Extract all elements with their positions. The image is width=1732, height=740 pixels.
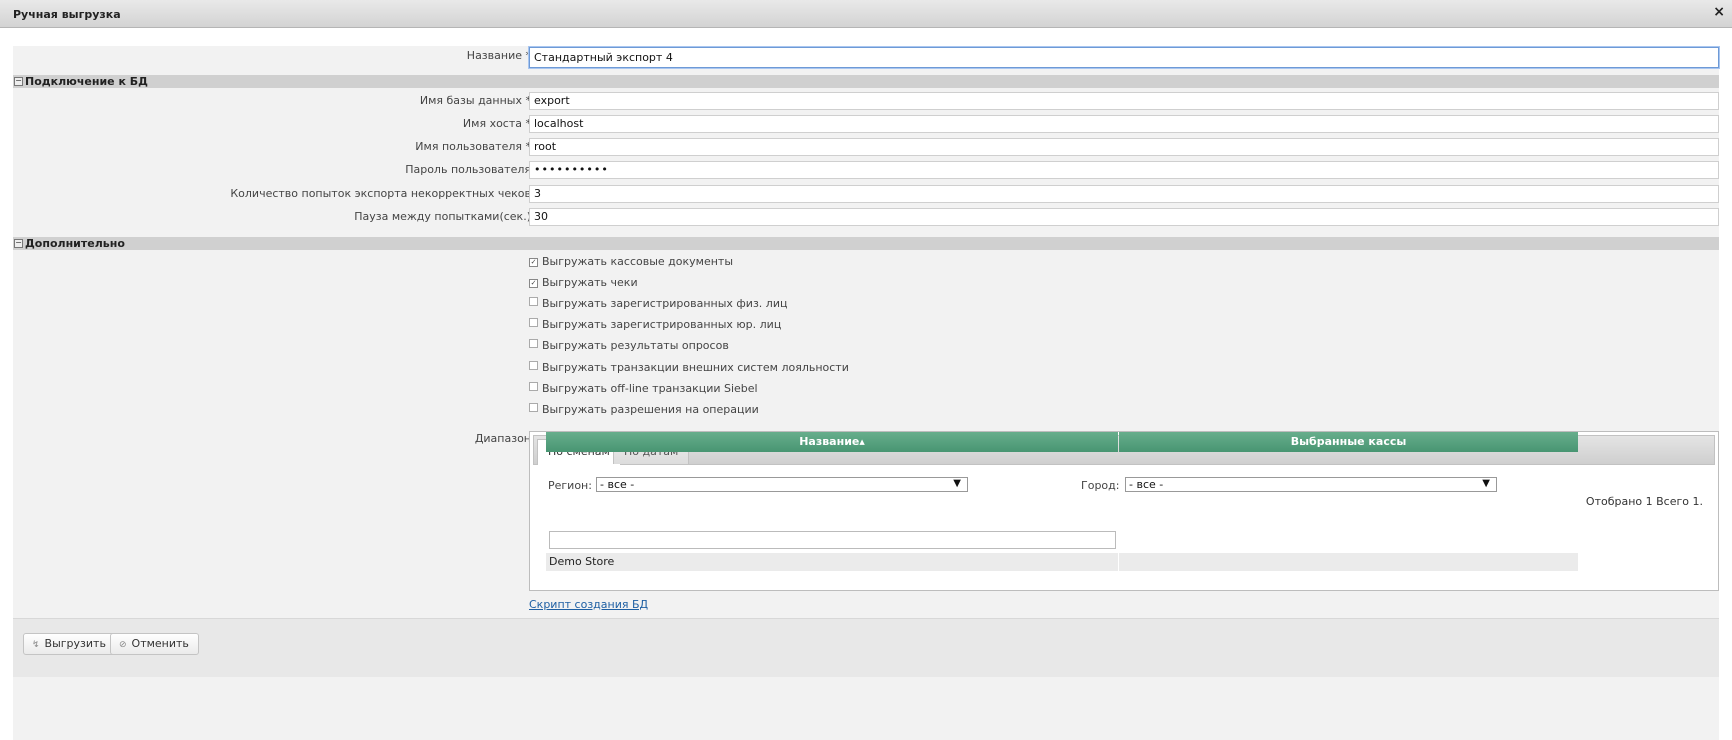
checkbox-box[interactable]: ✓ <box>529 279 538 288</box>
checkbox-survey-results[interactable]: Выгружать результаты опросов <box>529 339 729 353</box>
host-input[interactable]: localhost <box>529 115 1719 133</box>
table-row[interactable]: Demo Store <box>546 553 1118 571</box>
checkbox-label: Выгружать транзакции внешних систем лоял… <box>542 361 849 374</box>
city-select[interactable]: - все - ▼ <box>1125 477 1497 492</box>
range-label: Диапазон <box>474 432 531 445</box>
retry-count-input[interactable]: 3 <box>529 185 1719 203</box>
checkbox-label: Выгружать результаты опросов <box>542 339 729 352</box>
checkbox-label: Выгружать зарегистрированных физ. лиц <box>542 297 788 310</box>
checkbox-label: Выгружать чеки <box>542 276 638 289</box>
dropdown-arrow-icon: ▼ <box>953 478 961 489</box>
selection-counter: Отобрано 1 Всего 1. <box>1585 495 1703 508</box>
checkbox-label: Выгружать разрешения на операции <box>542 403 759 416</box>
name-label: Название * <box>466 49 531 62</box>
password-label: Пароль пользователя <box>405 163 531 176</box>
column-header-name-label: Название <box>799 435 860 448</box>
cancel-icon: ⊘ <box>119 640 127 650</box>
checkbox-operation-permissions[interactable]: Выгружать разрешения на операции <box>529 403 759 417</box>
form-panel: Название * Стандартный экспорт 4 − Подкл… <box>13 46 1719 740</box>
db-name-input[interactable]: export <box>529 92 1719 110</box>
retry-pause-input[interactable]: 30 <box>529 208 1719 226</box>
checkbox-label: Выгружать кассовые документы <box>542 255 734 268</box>
dropdown-arrow-icon: ▼ <box>1482 478 1490 489</box>
city-value: - все - <box>1129 478 1164 491</box>
export-button-label: Выгрузить <box>44 637 106 650</box>
retry-pause-row: Пауза между попытками(сек.) 30 <box>13 208 1719 226</box>
checkbox-box[interactable] <box>529 382 538 391</box>
export-button[interactable]: ↯ Выгрузить <box>23 633 116 655</box>
user-row: Имя пользователя * root <box>13 138 1719 156</box>
checkbox-box[interactable] <box>529 318 538 327</box>
host-label: Имя хоста * <box>462 117 531 130</box>
checkbox-individuals[interactable]: Выгружать зарегистрированных физ. лиц <box>529 297 787 311</box>
column-header-selected-label: Выбранные кассы <box>1290 435 1407 448</box>
host-row: Имя хоста * localhost <box>13 115 1719 133</box>
collapse-icon[interactable]: − <box>14 239 23 248</box>
retry-count-label: Количество попыток экспорта некорректных… <box>230 187 531 200</box>
collapse-icon[interactable]: − <box>14 77 23 86</box>
range-panel: По сменам По датам Регион: - все - ▼ Гор… <box>529 431 1719 591</box>
extra-section-header[interactable]: − Дополнительно <box>13 237 1719 250</box>
export-icon: ↯ <box>32 640 40 650</box>
checkbox-box[interactable] <box>529 361 538 370</box>
checkbox-loyalty-transactions[interactable]: Выгружать транзакции внешних систем лоял… <box>529 361 849 375</box>
close-icon[interactable]: × <box>1713 5 1725 19</box>
window-titlebar: Ручная выгрузка × <box>0 0 1732 28</box>
name-input[interactable]: Стандартный экспорт 4 <box>529 47 1719 68</box>
db-script-link[interactable]: Скрипт создания БД <box>529 598 648 611</box>
checkbox-siebel-offline[interactable]: Выгружать off-line транзакции Siebel <box>529 382 758 396</box>
selected-tills-cell[interactable] <box>1119 553 1578 571</box>
footer-bar: ↯ Выгрузить ⊘ Отменить <box>13 618 1719 677</box>
password-input[interactable]: •••••••••• <box>529 161 1719 179</box>
checkbox-legal-entities[interactable]: Выгружать зарегистрированных юр. лиц <box>529 318 781 332</box>
cancel-button[interactable]: ⊘ Отменить <box>110 633 199 655</box>
column-header-name[interactable]: Название▲ <box>546 432 1118 452</box>
region-label: Регион: <box>548 479 592 492</box>
checkbox-box[interactable]: ✓ <box>529 258 538 267</box>
db-section-header[interactable]: − Подключение к БД <box>13 75 1719 88</box>
retry-count-row: Количество попыток экспорта некорректных… <box>13 185 1719 203</box>
store-name-cell: Demo Store <box>549 555 615 568</box>
name-filter-input[interactable] <box>549 531 1116 549</box>
region-value: - все - <box>600 478 635 491</box>
checkbox-receipts[interactable]: ✓ Выгружать чеки <box>529 276 638 290</box>
checkbox-label: Выгружать off-line транзакции Siebel <box>542 382 758 395</box>
checkbox-box[interactable] <box>529 297 538 306</box>
region-select[interactable]: - все - ▼ <box>596 477 968 492</box>
checkbox-box[interactable] <box>529 339 538 348</box>
extra-section-title: Дополнительно <box>25 237 125 250</box>
window-title: Ручная выгрузка <box>13 8 121 21</box>
db-name-label: Имя базы данных * <box>419 94 531 107</box>
user-input[interactable]: root <box>529 138 1719 156</box>
retry-pause-label: Пауза между попытками(сек.) <box>354 210 531 223</box>
checkbox-cash-documents[interactable]: ✓ Выгружать кассовые документы <box>529 255 733 269</box>
db-name-row: Имя базы данных * export <box>13 92 1719 110</box>
checkbox-label: Выгружать зарегистрированных юр. лиц <box>542 318 782 331</box>
sort-asc-icon: ▲ <box>859 438 865 446</box>
cancel-button-label: Отменить <box>131 637 189 650</box>
city-label: Город: <box>1081 479 1120 492</box>
column-header-selected[interactable]: Выбранные кассы <box>1119 432 1578 452</box>
name-row: Название * Стандартный экспорт 4 <box>13 47 1719 68</box>
checkbox-box[interactable] <box>529 403 538 412</box>
db-section-title: Подключение к БД <box>25 75 148 88</box>
password-row: Пароль пользователя •••••••••• <box>13 161 1719 179</box>
user-label: Имя пользователя * <box>415 140 531 153</box>
